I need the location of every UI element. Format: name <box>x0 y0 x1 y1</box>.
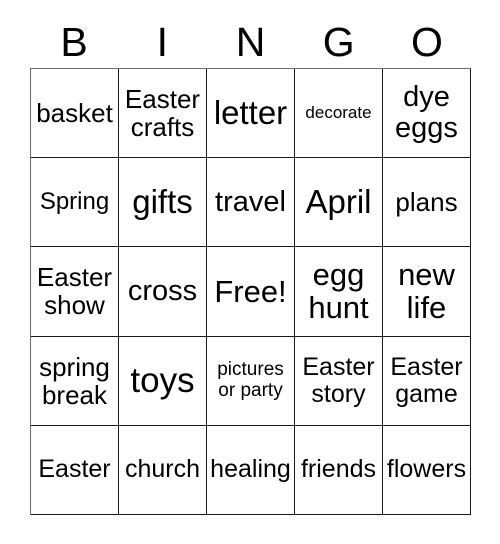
bingo-cell-o5[interactable]: flowers <box>383 425 471 515</box>
bingo-cell-n4[interactable]: pictures or party <box>207 336 295 426</box>
bingo-cell-i3[interactable]: cross <box>119 247 207 337</box>
bingo-cell-label: Easter <box>38 455 111 484</box>
bingo-cell-g4[interactable]: Easter story <box>295 336 383 426</box>
bingo-card: B I N G O basket Easter crafts letter de… <box>0 0 500 544</box>
bingo-cell-label: friends <box>300 455 377 484</box>
bingo-cell-b5[interactable]: Easter <box>31 425 119 515</box>
bingo-header-letter-i: I <box>156 18 168 65</box>
bingo-cell-g1[interactable]: decorate <box>295 69 383 159</box>
bingo-cell-label: letter <box>213 94 288 132</box>
bingo-cell-label: gifts <box>132 183 193 221</box>
bingo-cell-label: flowers <box>386 455 467 484</box>
bingo-cell-g3[interactable]: egg hunt <box>295 247 383 337</box>
bingo-cell-label: dye eggs <box>395 80 458 145</box>
bingo-cell-label: travel <box>215 185 286 218</box>
bingo-cell-label: new life <box>398 257 455 326</box>
bingo-cell-label: Easter story <box>302 352 375 408</box>
bingo-cell-label: Spring <box>39 188 110 216</box>
bingo-grid: basket Easter crafts letter decorate dye… <box>30 68 471 515</box>
bingo-cell-label: decorate <box>305 102 372 122</box>
bingo-header-row: B I N G O <box>30 16 471 68</box>
bingo-cell-label: healing <box>210 455 291 484</box>
bingo-cell-label: basket <box>36 98 113 129</box>
bingo-header-letter-o: O <box>410 18 443 65</box>
bingo-cell-g5[interactable]: friends <box>295 425 383 515</box>
bingo-cell-o2[interactable]: plans <box>383 158 471 248</box>
bingo-cell-label: April <box>305 183 372 221</box>
bingo-cell-label: cross <box>127 274 198 307</box>
bingo-cell-i1[interactable]: Easter crafts <box>119 69 207 159</box>
bingo-cell-b4[interactable]: spring break <box>31 336 119 426</box>
bingo-cell-n1[interactable]: letter <box>207 69 295 159</box>
bingo-cell-n2[interactable]: travel <box>207 158 295 248</box>
bingo-cell-i4[interactable]: toys <box>119 336 207 426</box>
bingo-cell-free-space[interactable]: Free! <box>207 247 295 337</box>
bingo-cell-b2[interactable]: Spring <box>31 158 119 248</box>
bingo-cell-label: egg hunt <box>308 257 369 326</box>
bingo-cell-g2[interactable]: April <box>295 158 383 248</box>
bingo-header-letter-b: B <box>60 18 88 65</box>
bingo-cell-o3[interactable]: new life <box>383 247 471 337</box>
bingo-cell-label: Easter crafts <box>124 84 201 143</box>
bingo-cell-label: spring break <box>39 351 110 410</box>
bingo-header-letter-n: N <box>235 18 266 65</box>
bingo-cell-label: toys <box>130 360 195 400</box>
bingo-cell-o1[interactable]: dye eggs <box>383 69 471 159</box>
bingo-cell-i5[interactable]: church <box>119 425 207 515</box>
bingo-cell-i2[interactable]: gifts <box>119 158 207 248</box>
bingo-cell-label: Free! <box>214 273 287 309</box>
bingo-cell-label: pictures or party <box>217 359 284 401</box>
bingo-cell-label: Easter game <box>390 352 463 408</box>
bingo-cell-b1[interactable]: basket <box>31 69 119 159</box>
bingo-cell-label: Easter show <box>36 262 113 321</box>
bingo-cell-b3[interactable]: Easter show <box>31 247 119 337</box>
bingo-cell-o4[interactable]: Easter game <box>383 336 471 426</box>
bingo-cell-label: church <box>124 455 201 484</box>
bingo-cell-n5[interactable]: healing <box>207 425 295 515</box>
bingo-cell-label: plans <box>395 187 458 218</box>
bingo-header-letter-g: G <box>322 18 355 65</box>
